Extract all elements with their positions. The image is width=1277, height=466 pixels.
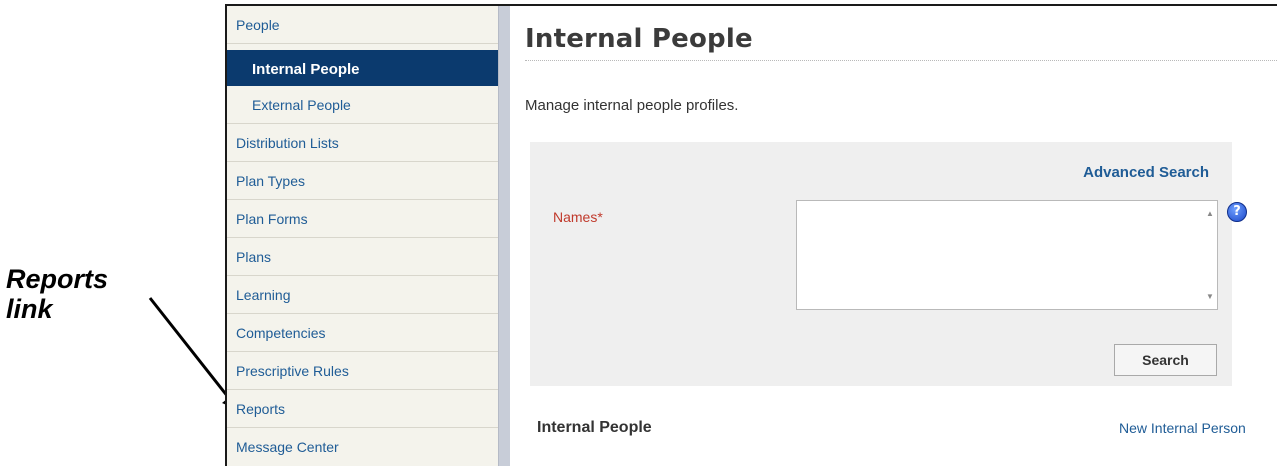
annotation-label-line1: Reports — [6, 264, 109, 294]
new-internal-person-link[interactable]: New Internal Person — [1119, 420, 1246, 436]
sidebar-item-distribution-lists[interactable]: Distribution Lists — [227, 124, 498, 162]
names-input[interactable] — [796, 200, 1218, 310]
sidebar-item-label: External People — [252, 97, 351, 113]
sidebar-item-label: Plan Forms — [236, 211, 308, 227]
names-label: Names* — [553, 209, 603, 225]
sidebar-splitter[interactable] — [498, 6, 510, 466]
sidebar-item-competencies[interactable]: Competencies — [227, 314, 498, 352]
sidebar-item-learning[interactable]: Learning — [227, 276, 498, 314]
sidebar-item-label: Prescriptive Rules — [236, 363, 349, 379]
search-button[interactable]: Search — [1114, 344, 1217, 376]
search-panel: Advanced Search Names* ▲ ▼ ? Search — [530, 142, 1247, 386]
annotation-label-line2: link — [6, 294, 53, 324]
sidebar-item-label: Message Center — [236, 439, 339, 455]
sidebar-item-label: Plan Types — [236, 173, 306, 189]
annotation-label: Reports link — [6, 264, 108, 324]
scroll-down-arrow-icon[interactable]: ▼ — [1206, 292, 1214, 301]
page-title: Internal People — [525, 24, 753, 54]
sidebar-item-label: Reports — [236, 401, 286, 417]
sidebar-item-plan-forms[interactable]: Plan Forms — [227, 200, 498, 238]
scroll-up-arrow-icon[interactable]: ▲ — [1206, 209, 1214, 218]
sidebar-item-people[interactable]: People — [227, 6, 498, 44]
app-window: People Internal People External People D… — [225, 4, 1277, 466]
results-section-title: Internal People — [537, 419, 652, 436]
sidebar-item-external-people[interactable]: External People — [227, 86, 498, 124]
sidebar-item-message-center[interactable]: Message Center — [227, 428, 498, 466]
sidebar: People Internal People External People D… — [227, 6, 498, 466]
page-description: Manage internal people profiles. — [525, 97, 739, 114]
sidebar-item-plans[interactable]: Plans — [227, 238, 498, 276]
advanced-search-link[interactable]: Advanced Search — [1083, 164, 1209, 181]
sidebar-item-reports[interactable]: Reports — [227, 390, 498, 428]
sidebar-item-label: People — [236, 17, 280, 33]
title-divider — [525, 60, 1277, 61]
sidebar-item-prescriptive-rules[interactable]: Prescriptive Rules — [227, 352, 498, 390]
sidebar-item-label: Competencies — [236, 325, 326, 341]
sidebar-item-label: Distribution Lists — [236, 135, 339, 151]
sidebar-item-plan-types[interactable]: Plan Types — [227, 162, 498, 200]
main-content: Internal People Manage internal people p… — [510, 6, 1277, 466]
sidebar-item-label: Plans — [236, 249, 272, 265]
help-icon[interactable]: ? — [1227, 202, 1247, 222]
sidebar-item-label: Learning — [236, 287, 291, 303]
sidebar-item-label: Internal People — [252, 61, 360, 78]
sidebar-item-internal-people[interactable]: Internal People — [227, 50, 498, 86]
